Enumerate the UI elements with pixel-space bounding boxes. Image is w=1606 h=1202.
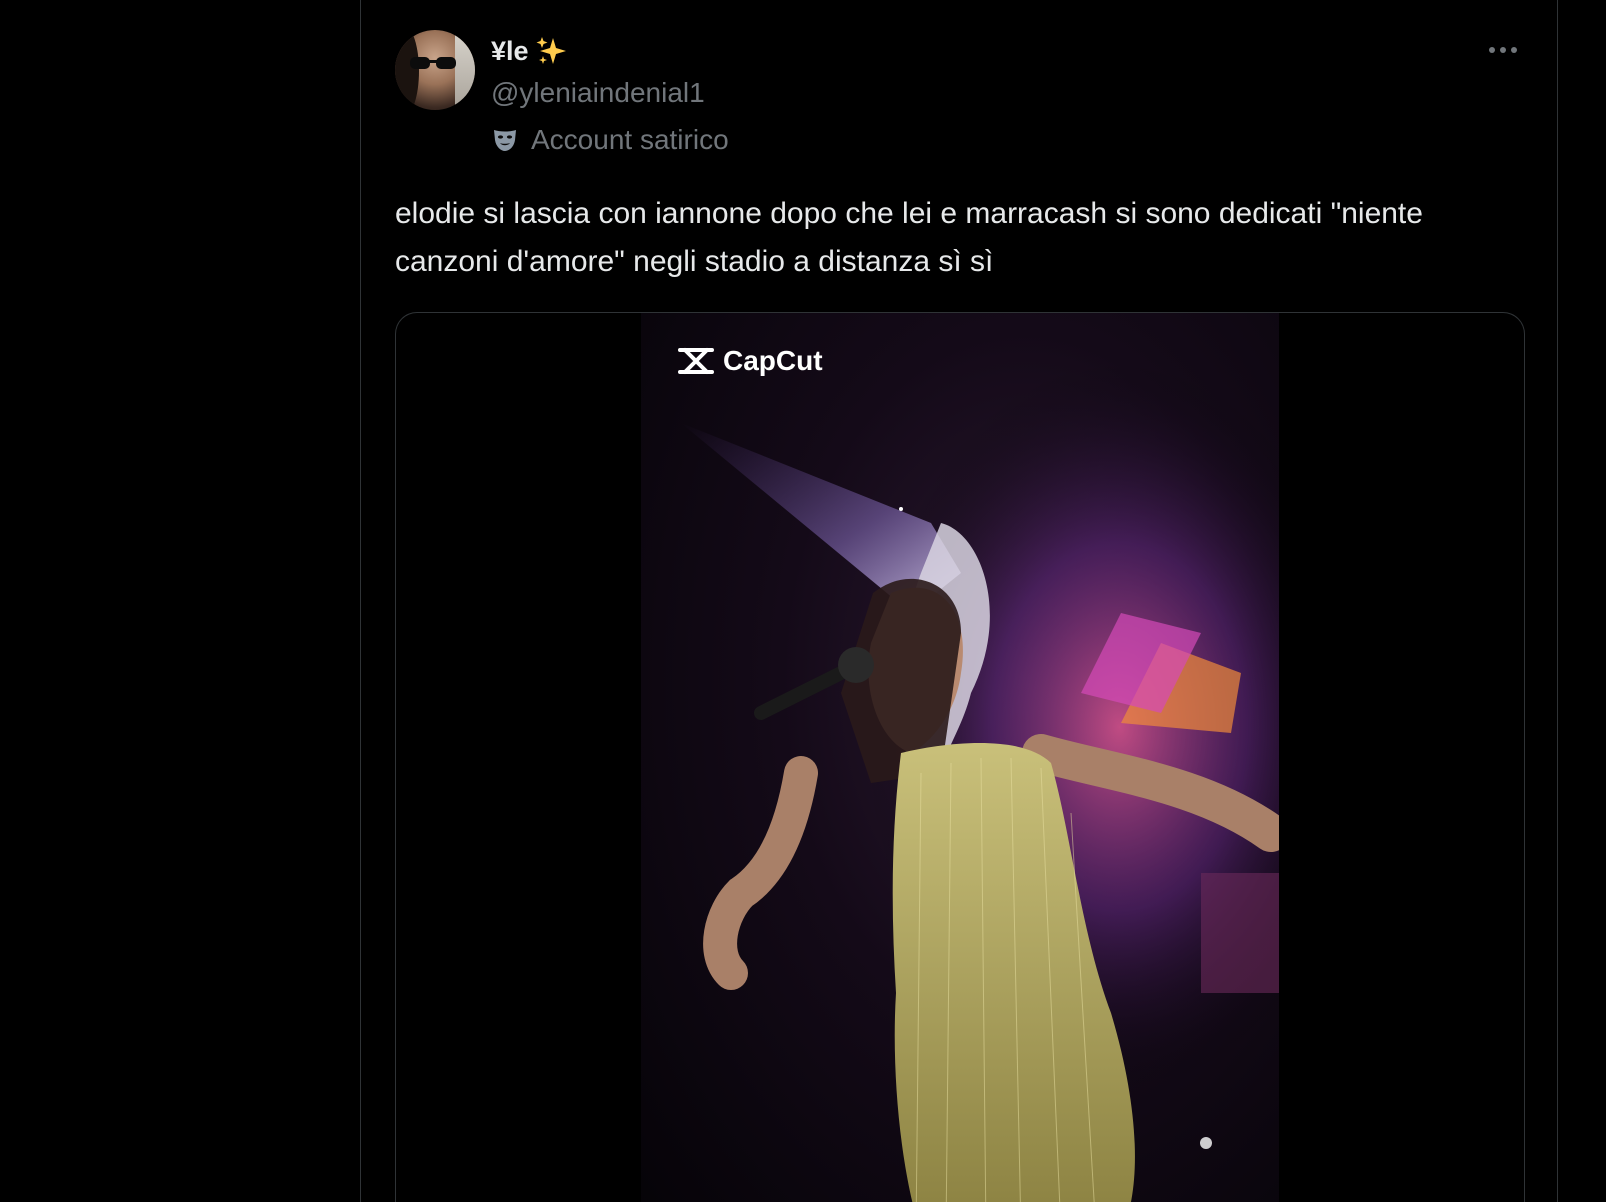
sparkles-icon bbox=[536, 37, 566, 64]
video-frame bbox=[641, 313, 1279, 1202]
avatar-background bbox=[455, 30, 475, 110]
media-container[interactable]: CapCut bbox=[395, 312, 1525, 1202]
timeline-column: ¥le @yleniaindenial1 Account satirico el… bbox=[360, 0, 1558, 1202]
page: ¥le @yleniaindenial1 Account satirico el… bbox=[0, 0, 1606, 1202]
video-player[interactable]: CapCut bbox=[641, 313, 1279, 1202]
tweet-text: elodie si lascia con iannone dopo che le… bbox=[395, 197, 1432, 278]
watermark-text: CapCut bbox=[723, 345, 823, 376]
sunglasses-icon bbox=[410, 57, 456, 69]
account-label: Account satirico bbox=[491, 122, 1521, 158]
account-label-text: Account satirico bbox=[531, 124, 729, 155]
capcut-logo-icon bbox=[678, 348, 714, 374]
tweet-header: ¥le @yleniaindenial1 Account satirico bbox=[491, 30, 1521, 158]
more-options-button[interactable] bbox=[1483, 36, 1523, 64]
theater-mask-icon bbox=[494, 130, 516, 151]
capcut-watermark: CapCut bbox=[677, 345, 823, 377]
avatar-hair bbox=[395, 30, 419, 110]
name-row: ¥le bbox=[491, 30, 1521, 72]
display-name[interactable]: ¥le bbox=[491, 36, 529, 67]
avatar[interactable] bbox=[395, 30, 475, 110]
more-dots-icon bbox=[1489, 47, 1517, 53]
user-handle[interactable]: @yleniaindenial1 bbox=[491, 74, 1521, 112]
